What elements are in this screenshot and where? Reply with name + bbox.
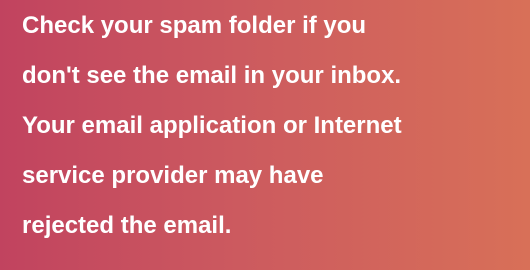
notice-line-5: rejected the email. bbox=[22, 212, 232, 239]
notice-line-2: don't see the email in your inbox. bbox=[22, 62, 402, 89]
notice-line-4: service provider may have bbox=[22, 162, 324, 189]
notice-line-3: Your email application or Internet bbox=[22, 112, 402, 139]
spam-folder-notice: Check your spam folder if you don't see … bbox=[22, 1, 530, 251]
notice-line-1: Check your spam folder if you bbox=[22, 12, 367, 39]
